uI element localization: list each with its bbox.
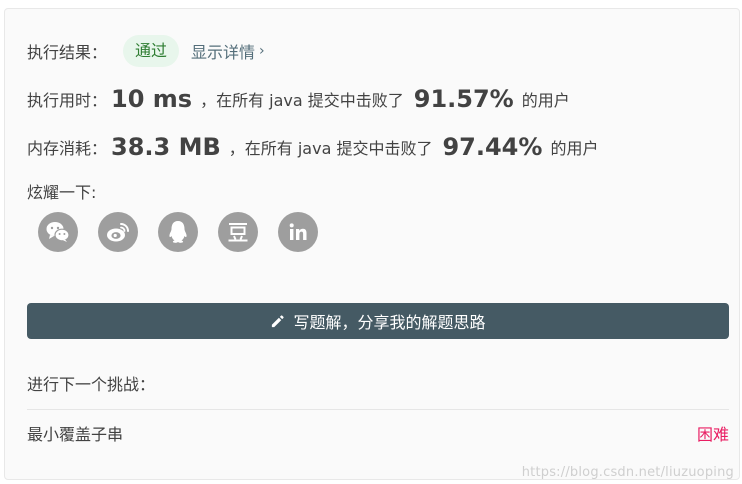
chevron-right-icon: › [259,43,265,59]
challenge-item[interactable]: 最小覆盖子串 困难 [27,421,729,445]
douban-icon [228,223,248,242]
wechat-icon [46,222,70,242]
next-challenge-heading: 进行下一个挑战： [27,371,155,395]
memory-value: 38.3 MB [111,133,221,161]
result-label: 执行结果： [27,43,108,62]
share-label: 炫耀一下: [27,183,97,202]
share-douban-button[interactable] [218,212,258,252]
result-row: 执行结果： 通过 显示详情 › [27,35,265,67]
memory-row: 内存消耗： 38.3 MB ，在所有 java 提交中击败了 97.44% 的用… [27,131,598,163]
runtime-row: 执行用时： 10 ms ，在所有 java 提交中击败了 91.57% 的用户 [27,83,570,115]
share-row-label: 炫耀一下: [27,179,96,203]
runtime-label: 执行用时： [27,91,108,110]
weibo-icon [107,223,129,242]
submission-result-card: 执行结果： 通过 显示详情 › 执行用时： 10 ms ，在所有 java 提交… [4,8,740,480]
share-weibo-button[interactable] [98,212,138,252]
runtime-suffix: 的用户 [521,91,570,110]
show-details-label: 显示详情 [191,43,256,62]
linkedin-icon [289,223,307,240]
memory-compare-text: ，在所有 java 提交中击败了 [228,139,433,158]
next-challenge-label: 进行下一个挑战： [27,375,156,394]
runtime-compare-text: ，在所有 java 提交中击败了 [200,91,404,110]
memory-suffix: 的用户 [550,139,599,158]
difficulty-badge: 困难 [696,425,729,444]
status-badge: 通过 [123,35,180,67]
memory-label: 内存消耗： [27,139,108,158]
write-solution-button[interactable]: 写题解，分享我的解题思路 [27,303,729,339]
memory-percent: 97.44% [442,133,543,161]
share-qq-button[interactable] [158,212,198,252]
runtime-value: 10 ms [111,85,193,113]
share-wechat-button[interactable] [38,212,78,252]
share-linkedin-button[interactable] [278,212,318,252]
pencil-icon [270,314,285,329]
watermark: https://blog.csdn.net/liuzuoping [521,465,734,480]
problem-title-link[interactable]: 最小覆盖子串 [27,421,123,445]
show-details-link[interactable]: 显示详情 › [191,39,265,63]
runtime-percent: 91.57% [413,85,514,113]
write-solution-label: 写题解，分享我的解题思路 [293,313,486,332]
share-buttons [38,212,318,252]
qq-icon [169,221,187,243]
divider [27,409,729,410]
